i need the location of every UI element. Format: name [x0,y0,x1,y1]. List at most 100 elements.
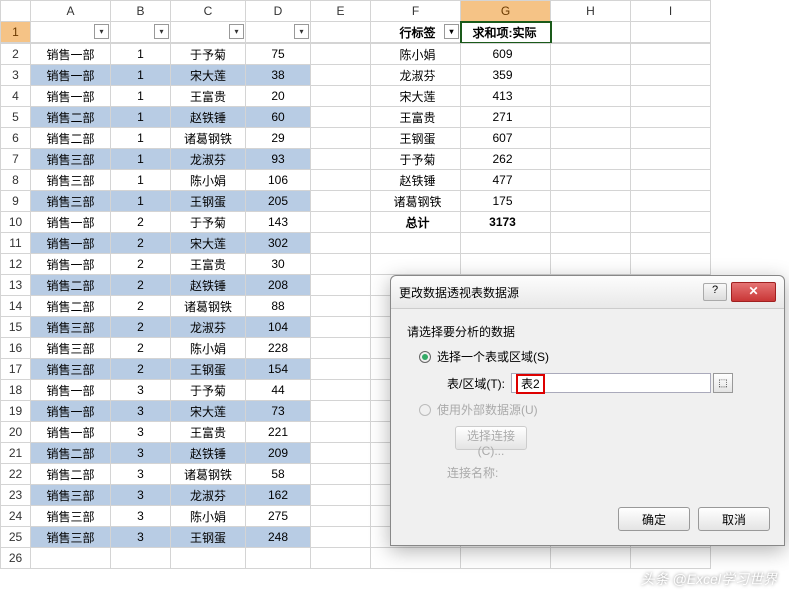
cell[interactable] [631,233,711,254]
pivot-total-value[interactable]: 3173 [461,212,551,233]
table-cell[interactable]: 于予菊 [171,44,246,65]
table-cell[interactable]: 1 [111,65,171,86]
spreadsheet-grid[interactable]: A B C D E F G H I 1 部门▾ 月份▾ 姓名▾ 实际▾ 行标签▾… [0,0,711,43]
table-cell[interactable]: 29 [246,128,311,149]
cell[interactable] [311,338,371,359]
cell[interactable] [311,422,371,443]
row-header-19[interactable]: 19 [1,401,31,422]
table-cell[interactable]: 2 [111,212,171,233]
cell[interactable] [311,22,371,43]
pivot-total-label[interactable]: 总计 [371,212,461,233]
col-header-E[interactable]: E [311,1,371,22]
cell[interactable] [311,86,371,107]
table-cell[interactable]: 3 [111,506,171,527]
table-cell[interactable]: 3 [111,401,171,422]
row-header-21[interactable]: 21 [1,443,31,464]
table-cell[interactable]: 1 [111,44,171,65]
pivot-row-label[interactable]: 赵铁锤 [371,170,461,191]
row-header-26[interactable]: 26 [1,548,31,569]
cell[interactable] [631,128,711,149]
table-cell[interactable]: 154 [246,359,311,380]
filter-icon[interactable]: ▾ [294,24,309,39]
row-header-18[interactable]: 18 [1,380,31,401]
table-cell[interactable]: 销售二部 [31,443,111,464]
table-cell[interactable]: 104 [246,317,311,338]
row-header-12[interactable]: 12 [1,254,31,275]
table-cell[interactable]: 2 [111,359,171,380]
row-header-3[interactable]: 3 [1,65,31,86]
table-cell[interactable]: 销售三部 [31,485,111,506]
table-cell[interactable]: 陈小娟 [171,170,246,191]
table-range-input[interactable]: 表2 [511,373,711,393]
row-header-11[interactable]: 11 [1,233,31,254]
col-header-G[interactable]: G [461,1,551,22]
table-cell[interactable]: 3 [111,527,171,548]
cell[interactable] [311,44,371,65]
pivot-row-label[interactable]: 王钢蛋 [371,128,461,149]
cell[interactable] [311,233,371,254]
cell[interactable] [31,548,111,569]
table-cell[interactable]: 销售三部 [31,317,111,338]
table-cell[interactable]: 275 [246,506,311,527]
table-cell[interactable]: 销售三部 [31,170,111,191]
cell[interactable] [111,548,171,569]
table-cell[interactable]: 宋大莲 [171,65,246,86]
cell[interactable] [311,548,371,569]
pivot-value-header[interactable]: 求和项:实际 [461,22,551,43]
cell[interactable] [311,170,371,191]
cell[interactable] [311,359,371,380]
radio-select-table[interactable] [419,351,431,363]
table-cell[interactable]: 陈小娟 [171,506,246,527]
table-header-dept[interactable]: 部门▾ [31,22,111,43]
cell[interactable] [631,191,711,212]
table-cell[interactable]: 221 [246,422,311,443]
cell[interactable] [551,22,631,43]
cell[interactable] [311,443,371,464]
filter-icon[interactable]: ▾ [94,24,109,39]
table-cell[interactable]: 诸葛钢铁 [171,128,246,149]
collapse-dialog-icon[interactable]: ⬚ [713,373,733,393]
cell[interactable] [371,233,461,254]
cell[interactable] [171,548,246,569]
table-cell[interactable]: 205 [246,191,311,212]
table-cell[interactable]: 1 [111,191,171,212]
cell[interactable] [461,548,551,569]
pivot-row-value[interactable]: 609 [461,44,551,65]
table-cell[interactable]: 44 [246,380,311,401]
table-cell[interactable]: 于予菊 [171,212,246,233]
table-cell[interactable]: 3 [111,422,171,443]
table-cell[interactable]: 2 [111,317,171,338]
table-cell[interactable]: 93 [246,149,311,170]
pivot-row-label[interactable]: 宋大莲 [371,86,461,107]
pivot-row-value[interactable]: 477 [461,170,551,191]
row-header-23[interactable]: 23 [1,485,31,506]
cell[interactable] [246,548,311,569]
table-cell[interactable]: 2 [111,296,171,317]
table-cell[interactable]: 赵铁锤 [171,275,246,296]
cell[interactable] [551,548,631,569]
table-cell[interactable]: 3 [111,485,171,506]
table-cell[interactable]: 88 [246,296,311,317]
close-button[interactable]: ✕ [731,282,776,302]
ok-button[interactable]: 确定 [618,507,690,531]
row-header-9[interactable]: 9 [1,191,31,212]
table-cell[interactable]: 销售三部 [31,359,111,380]
pivot-row-label[interactable]: 诸葛钢铁 [371,191,461,212]
table-cell[interactable]: 王富贵 [171,422,246,443]
row-header-8[interactable]: 8 [1,170,31,191]
cell[interactable] [311,506,371,527]
table-cell[interactable]: 75 [246,44,311,65]
table-cell[interactable]: 销售二部 [31,296,111,317]
table-cell[interactable]: 20 [246,86,311,107]
table-cell[interactable]: 3 [111,464,171,485]
row-header-6[interactable]: 6 [1,128,31,149]
table-cell[interactable]: 209 [246,443,311,464]
table-cell[interactable]: 2 [111,338,171,359]
cell[interactable] [371,548,461,569]
table-cell[interactable]: 3 [111,380,171,401]
table-cell[interactable]: 销售二部 [31,275,111,296]
row-header-5[interactable]: 5 [1,107,31,128]
cell[interactable] [631,44,711,65]
table-cell[interactable]: 王富贵 [171,86,246,107]
cell[interactable] [311,191,371,212]
